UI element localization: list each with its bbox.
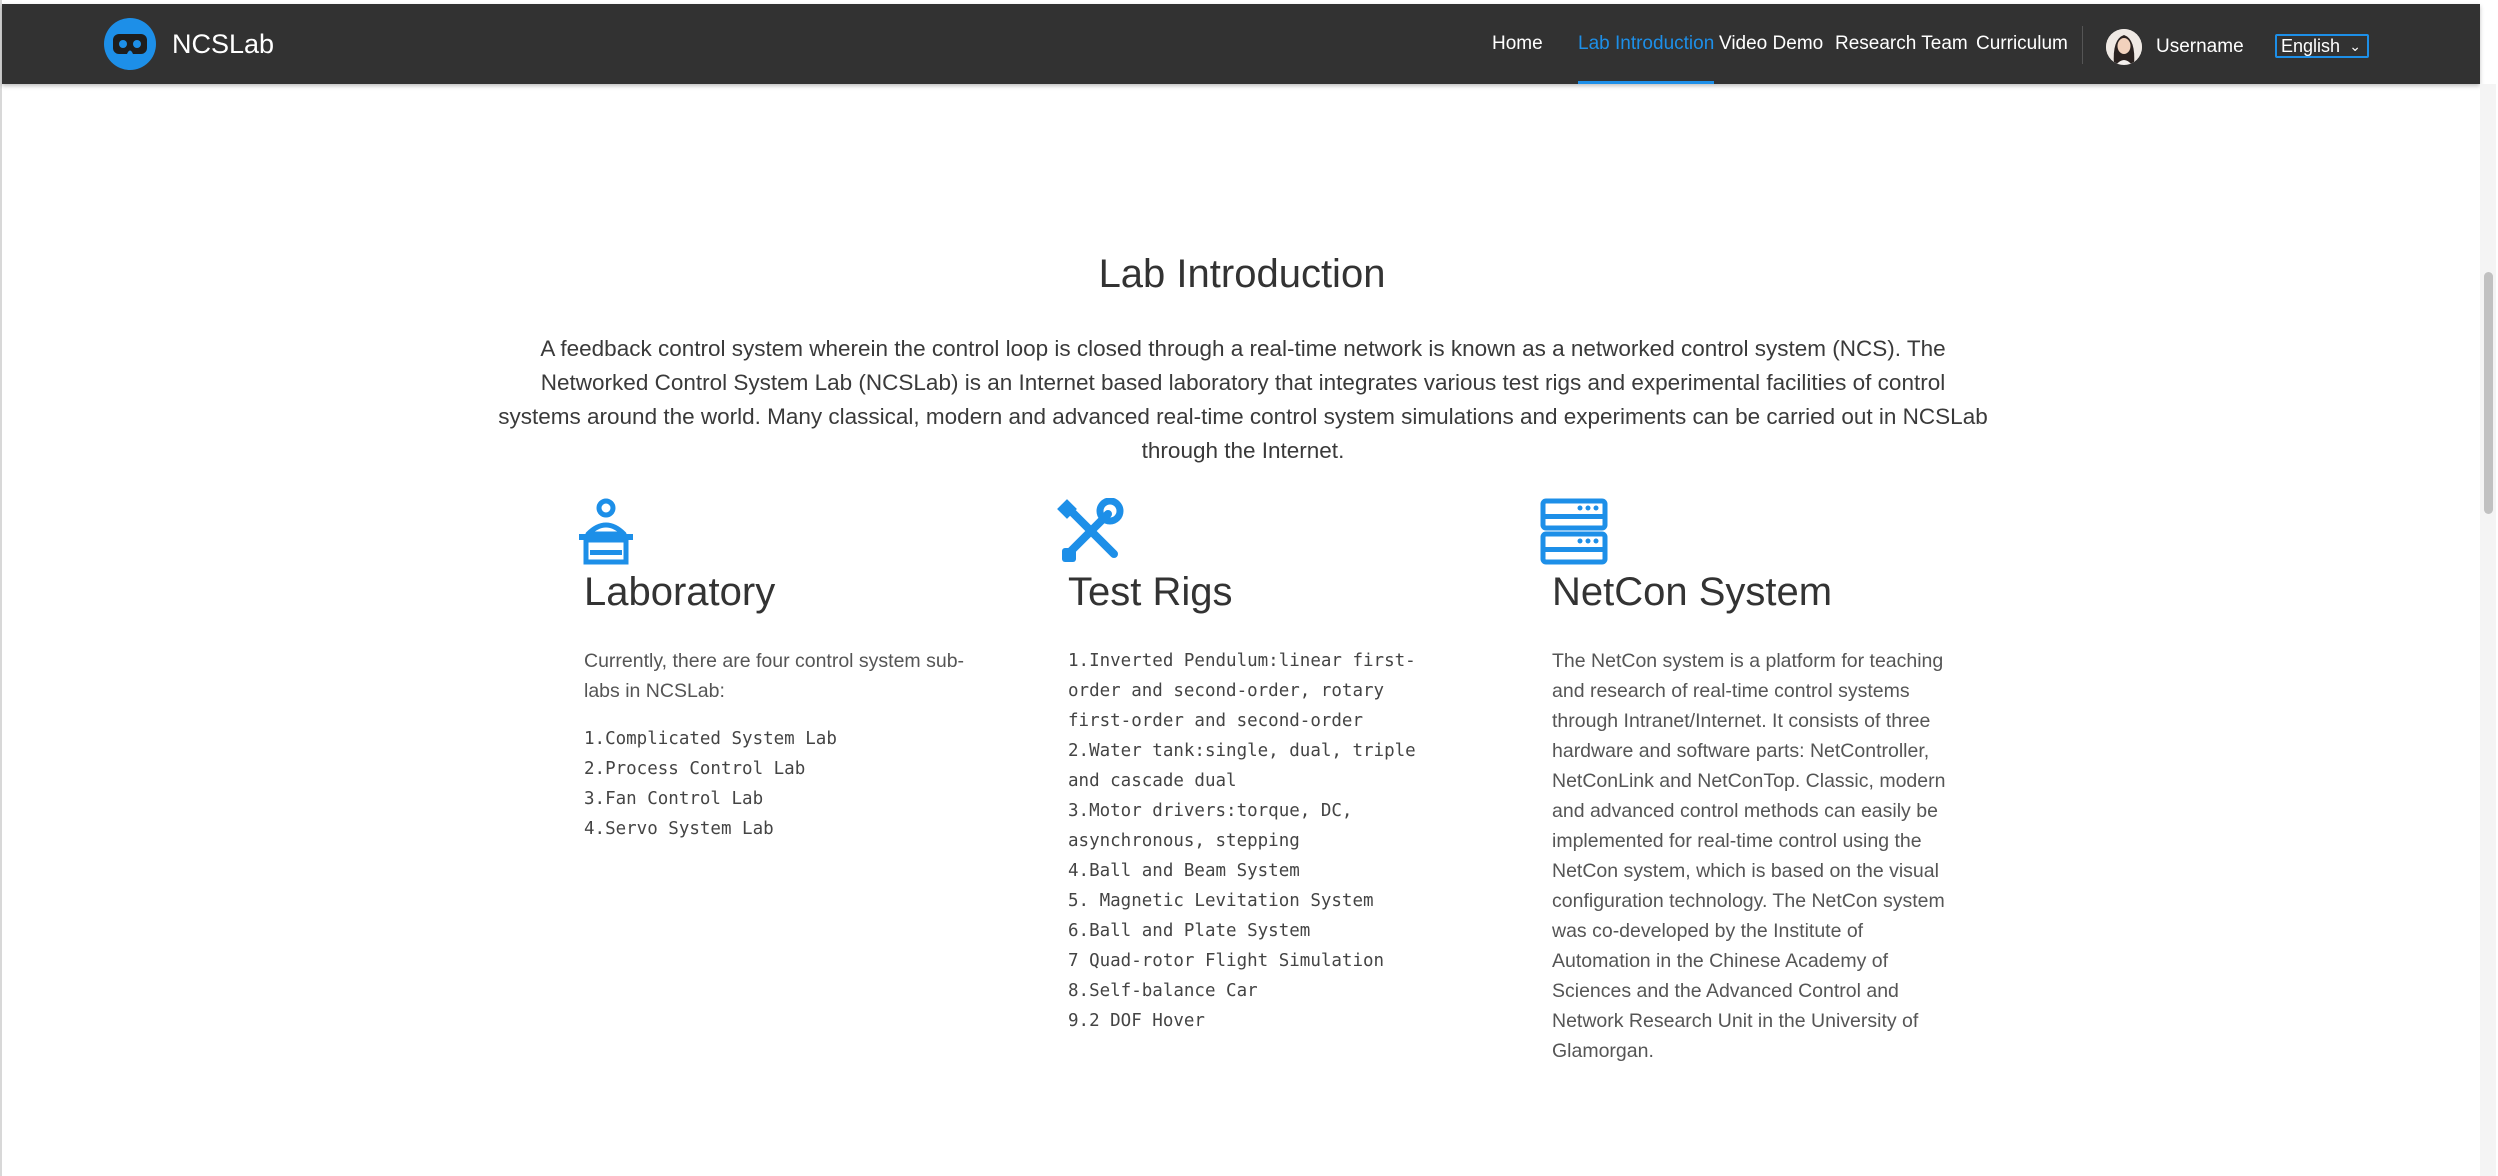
list-item: 2.Process Control Lab (584, 759, 806, 779)
username: Username (2156, 36, 2244, 57)
vr-headset-logo-icon (104, 18, 156, 70)
language-select[interactable]: English ⌄ (2275, 34, 2369, 58)
list-item: 3.Fan Control Lab (584, 789, 764, 809)
test-rigs-heading: Test Rigs (1068, 570, 1233, 614)
page-frame: NCSLab Home Lab Introduction Video Demo … (0, 0, 2498, 1176)
page-title: Lab Introduction (1098, 252, 1386, 296)
list-item: 2.Water tank:single, dual, triple and ca… (1068, 741, 1427, 791)
test-rigs-body: 1.Inverted Pendulum:linear first-order a… (1068, 646, 1448, 1036)
list-item: 4.Ball and Beam System (1068, 861, 1300, 881)
nav-divider (2082, 26, 2083, 64)
nav-lab-introduction[interactable]: Lab Introduction (1578, 4, 1715, 84)
laboratory-heading: Laboratory (584, 570, 776, 614)
list-item: 1.Inverted Pendulum:linear first-order a… (1068, 651, 1416, 731)
nav-home[interactable]: Home (1492, 4, 1543, 84)
netcon-heading: NetCon System (1552, 570, 1833, 614)
laboratory-description: Currently, there are four control system… (584, 650, 965, 702)
nav-research-team[interactable]: Research Team (1835, 4, 1968, 84)
language-value: English (2281, 36, 2341, 56)
laboratory-body: Currently, there are four control system… (584, 646, 994, 844)
netcon-description: The NetCon system is a platform for teac… (1552, 650, 1946, 1062)
top-navbar: NCSLab Home Lab Introduction Video Demo … (2, 4, 2480, 84)
list-item: 6.Ball and Plate System (1068, 921, 1311, 941)
netcon-body: The NetCon system is a platform for teac… (1552, 646, 1962, 1066)
main-nav: Home Lab Introduction Video Demo Researc… (1482, 4, 2082, 84)
list-item: 4.Servo System Lab (584, 819, 774, 839)
sub-lab-list: 1.Complicated System Lab 2.Process Contr… (584, 724, 994, 844)
nav-curriculum[interactable]: Curriculum (1976, 4, 2068, 84)
vertical-scrollbar[interactable] (2480, 84, 2496, 1176)
server-icon (1540, 498, 1608, 571)
laboratory-icon (576, 498, 636, 571)
intro-paragraph: A feedback control system wherein the co… (498, 336, 1988, 463)
scrollbar-thumb[interactable] (2484, 272, 2493, 514)
list-item: 9.2 DOF Hover (1068, 1011, 1205, 1031)
nav-video-demo[interactable]: Video Demo (1719, 4, 1823, 84)
list-item: 3.Motor drivers:torque, DC, asynchronous… (1068, 801, 1364, 851)
chevron-down-icon: ⌄ (2349, 38, 2361, 54)
brand-name: NCSLab (172, 28, 275, 59)
list-item: 8.Self-balance Car (1068, 981, 1258, 1001)
avatar (2106, 29, 2142, 65)
test-rig-list: 1.Inverted Pendulum:linear first-order a… (1068, 646, 1448, 1036)
tools-icon (1056, 497, 1124, 571)
user-menu[interactable]: Username (2106, 28, 2244, 66)
brand[interactable]: NCSLab (104, 18, 274, 70)
list-item: 1.Complicated System Lab (584, 729, 837, 749)
list-item: 7 Quad-rotor Flight Simulation (1068, 951, 1385, 971)
list-item: 5. Magnetic Levitation System (1068, 891, 1374, 911)
